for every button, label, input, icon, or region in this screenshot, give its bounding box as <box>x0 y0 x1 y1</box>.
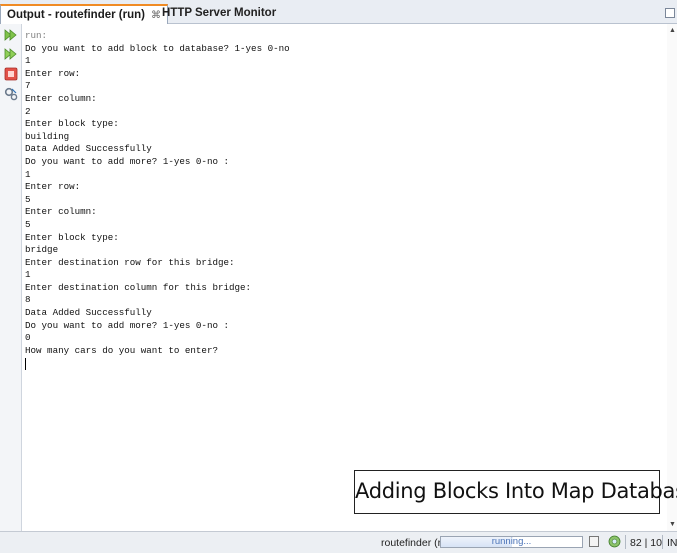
console-line: Data Added Successfully <box>25 307 152 319</box>
console-output[interactable]: run: Do you want to add block to database… <box>25 30 665 530</box>
console-line: 1 <box>25 269 31 281</box>
console-line: 0 <box>25 332 31 344</box>
console-line: 1 <box>25 55 31 67</box>
console-line: 7 <box>25 80 31 92</box>
console-line: Enter block type: <box>25 118 119 130</box>
rerun-with-options-icon[interactable] <box>4 47 18 61</box>
tab-output-label: Output - routefinder (run) <box>7 9 145 21</box>
console-line: 1 <box>25 168 31 180</box>
output-action-gutter <box>0 24 22 531</box>
status-separator <box>662 535 663 549</box>
scroll-down-icon[interactable]: ▼ <box>669 521 676 528</box>
status-bar: routefinder (run) running... 82 | 10 INS <box>0 531 677 553</box>
console-line: 5 <box>25 193 31 205</box>
console-line: 8 <box>25 294 31 306</box>
task-progress-bar: running... <box>440 536 583 548</box>
console-line: Enter block type: <box>25 231 119 243</box>
tab-http-server-monitor[interactable]: HTTP Server Monitor <box>156 4 282 24</box>
vertical-scrollbar[interactable]: ▲ ▼ <box>667 24 677 531</box>
task-progress-text: running... <box>491 536 532 547</box>
console-line: Enter row: <box>25 67 81 79</box>
notification-icon[interactable] <box>589 536 599 547</box>
console-line: Enter column: <box>25 206 97 218</box>
console-line: Enter row: <box>25 181 81 193</box>
rerun-icon[interactable] <box>4 28 18 42</box>
caret-position: 82 | 10 <box>630 537 662 549</box>
tab-http-label: HTTP Server Monitor <box>162 7 277 19</box>
globe-icon[interactable] <box>608 535 621 548</box>
scroll-up-icon[interactable]: ▲ <box>669 27 676 34</box>
console-line: 5 <box>25 218 31 230</box>
console-line: How many cars do you want to enter? <box>25 344 218 356</box>
console-line: Data Added Successfully <box>25 143 152 155</box>
console-line: Do you want to add block to database? 1-… <box>25 42 290 54</box>
output-tab-strip: Output - routefinder (run) ⌘ HTTP Server … <box>0 0 677 24</box>
stop-icon[interactable] <box>4 67 18 81</box>
console-line: Do you want to add more? 1-yes 0-no : <box>25 319 229 331</box>
insert-mode-indicator: INS <box>667 537 677 549</box>
console-line: Enter column: <box>25 92 97 104</box>
caption-box: Adding Blocks Into Map Database <box>354 470 677 514</box>
console-line: run: <box>25 30 48 41</box>
console-line: 2 <box>25 105 31 117</box>
maximize-window-icon[interactable] <box>665 8 675 18</box>
console-line: Do you want to add more? 1-yes 0-no : <box>25 155 229 167</box>
status-separator <box>625 535 626 549</box>
console-line: Enter destination column for this bridge… <box>25 281 252 293</box>
text-cursor <box>25 358 26 371</box>
tab-output-routefinder[interactable]: Output - routefinder (run) ⌘ <box>0 4 168 24</box>
console-line: Enter destination row for this bridge: <box>25 256 235 268</box>
console-line: building <box>25 130 70 142</box>
console-line: bridge <box>25 244 59 256</box>
settings-icon[interactable] <box>4 87 18 101</box>
